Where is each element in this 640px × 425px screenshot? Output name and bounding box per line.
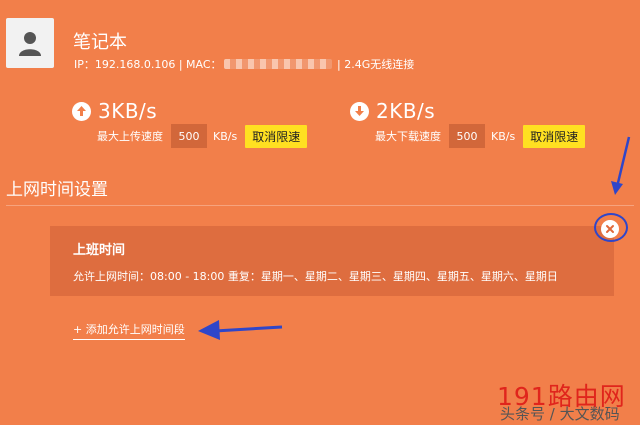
upload-unit: KB/s — [213, 129, 238, 143]
divider — [6, 205, 634, 206]
upload-cancel-limit-button[interactable]: 取消限速 — [245, 124, 308, 148]
arrow-down-icon — [350, 101, 369, 121]
download-speed-block: 2KB/s 最大下载速度 500 KB/s 取消限速 — [350, 98, 586, 148]
upload-limit-label: 最大上传速度 — [97, 130, 163, 143]
arrow-up-icon — [72, 101, 91, 121]
annotation-arrow-left — [198, 320, 283, 340]
annotation-arrow-down — [611, 136, 631, 195]
upload-speed-block: 3KB/s 最大上传速度 500 KB/s 取消限速 — [72, 98, 308, 148]
annotation-circle — [594, 213, 628, 242]
time-rule-title: 上班时间 — [73, 243, 126, 258]
watermark-caption: 头条号 / 大文数码 — [500, 405, 620, 423]
download-limit-input[interactable]: 500 — [449, 124, 485, 148]
device-info-prefix: IP：192.168.0.106 | MAC： — [74, 58, 222, 71]
time-rule-detail: 允许上网时间：08:00 - 18:00 重复：星期一、星期二、星期三、星期四、… — [73, 270, 558, 283]
device-name: 笔记本 — [73, 32, 127, 53]
download-cancel-limit-button[interactable]: 取消限速 — [523, 124, 586, 148]
user-icon — [19, 32, 41, 56]
section-title: 上网时间设置 — [6, 180, 108, 200]
add-time-slot-link[interactable]: + 添加允许上网时间段 — [73, 321, 185, 340]
download-speed-value: 2KB/s — [376, 99, 436, 123]
mac-address-blurred — [223, 59, 332, 69]
device-info: IP：192.168.0.106 | MAC： | 2.4G无线连接 — [74, 56, 414, 72]
avatar — [6, 18, 54, 68]
upload-limit-input[interactable]: 500 — [171, 124, 207, 148]
device-info-suffix: | 2.4G无线连接 — [333, 58, 415, 71]
upload-speed-value: 3KB/s — [98, 99, 158, 123]
time-rule-card: 上班时间 允许上网时间：08:00 - 18:00 重复：星期一、星期二、星期三… — [50, 226, 614, 296]
download-unit: KB/s — [491, 129, 516, 143]
download-limit-label: 最大下载速度 — [375, 130, 441, 143]
